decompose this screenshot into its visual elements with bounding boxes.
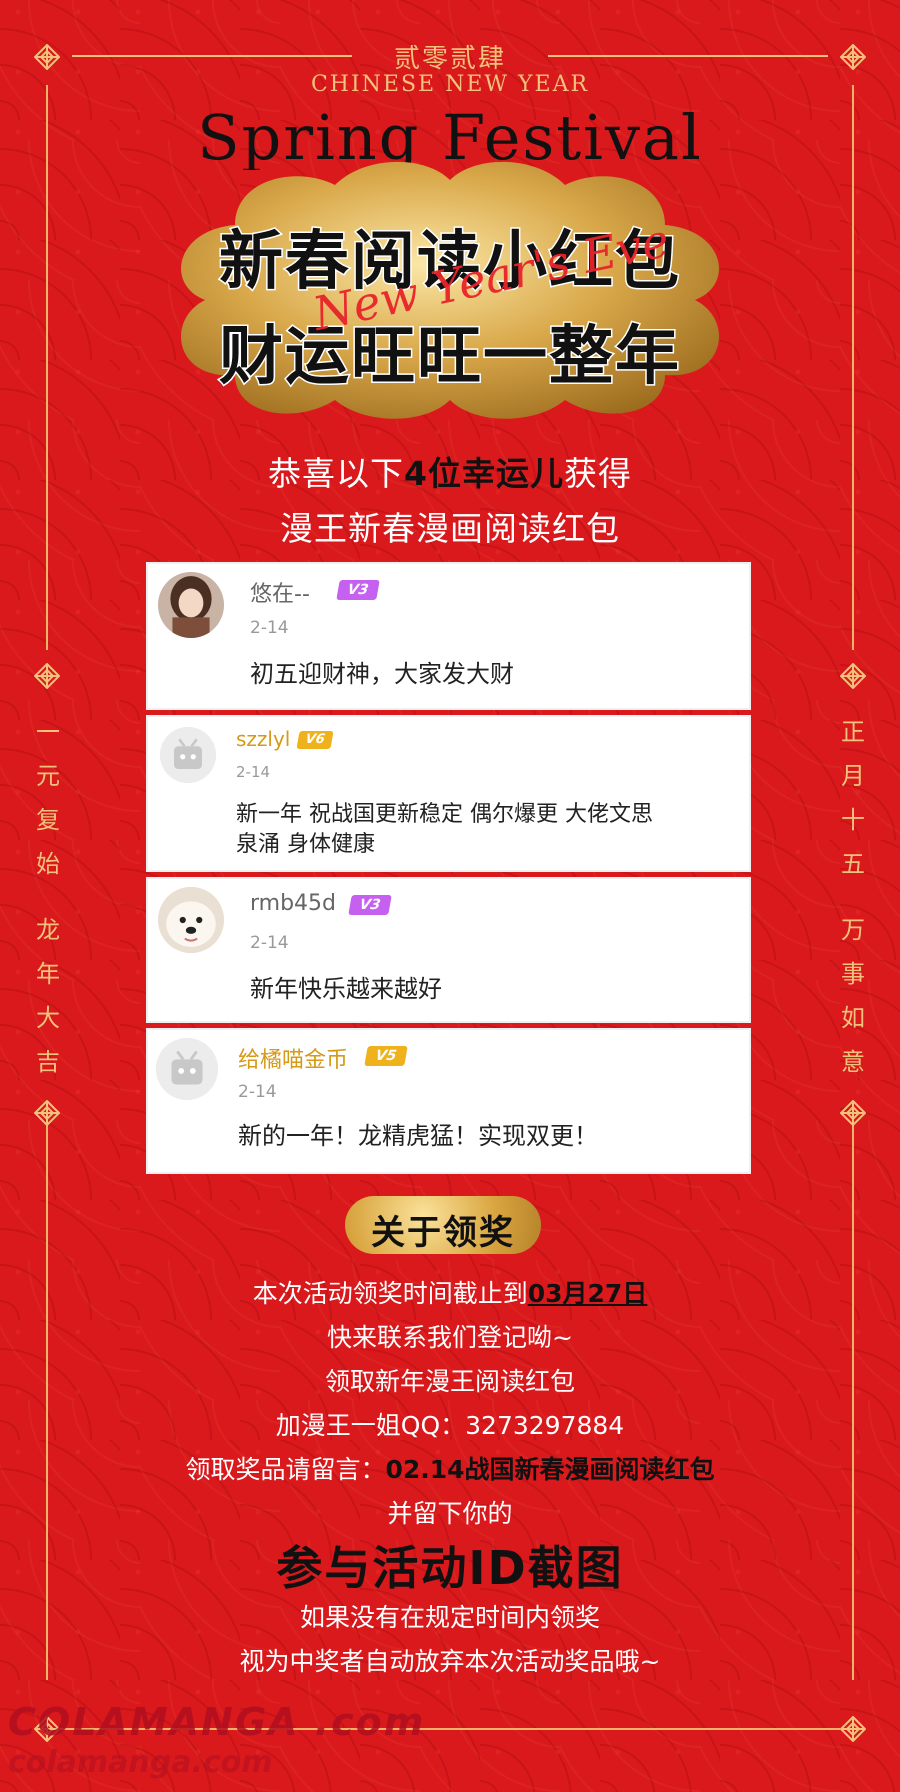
- winner-message: 新的一年！龙精虎猛！实现双更！: [238, 1122, 598, 1150]
- side-char: 一: [36, 718, 60, 746]
- side-char: 十: [841, 806, 865, 834]
- level-badge: V5: [364, 1046, 408, 1066]
- winner-message: 初五迎财神，大家发大财: [250, 660, 514, 688]
- level-badge: V3: [336, 580, 380, 600]
- deadline-date: 03月27日: [527, 1279, 648, 1308]
- avatar: [160, 727, 216, 783]
- left-side-text: 一 元 复 始 龙 年 大 吉: [33, 710, 63, 1084]
- winner-date: 2-14: [250, 618, 289, 638]
- side-char: 吉: [36, 1048, 60, 1076]
- avatar: [158, 887, 224, 953]
- contact-line: 快来联系我们登记呦~: [327, 1323, 573, 1352]
- winner-date: 2-14: [250, 933, 289, 953]
- note-prefix: 领取奖品请留言：: [185, 1455, 386, 1484]
- deadline-line: 本次活动领奖时间截止到03月27日: [0, 1274, 900, 1310]
- prize-heading: 关于领奖: [371, 1213, 515, 1253]
- avatar: [158, 572, 224, 638]
- congrats-count: 4位幸运儿: [404, 454, 564, 493]
- main-title-line2: 财运旺旺一整年: [218, 319, 681, 396]
- side-char: 万: [841, 916, 865, 944]
- header-subtitle: CHINESE NEW YEAR: [310, 72, 590, 97]
- knot-icon: [840, 1100, 866, 1126]
- header-year: 贰零贰肆: [393, 44, 506, 74]
- level-badge: V3: [348, 895, 392, 915]
- right-side-text: 正 月 十 五 万 事 如 意: [838, 710, 868, 1084]
- if-line: 如果没有在规定时间内领奖: [299, 1603, 600, 1632]
- side-char: 元: [36, 762, 60, 790]
- deadline-prefix: 本次活动领奖时间截止到: [252, 1279, 528, 1308]
- side-char: 大: [36, 1004, 60, 1032]
- avatar: [156, 1038, 218, 1100]
- side-char: 五: [841, 850, 865, 878]
- knot-icon: [840, 663, 866, 689]
- side-char: 始: [36, 850, 60, 878]
- side-char: 如: [841, 1004, 865, 1032]
- congrats-prefix: 恭喜以下: [268, 454, 405, 493]
- note-line: 领取奖品请留言：02.14战国新春漫画阅读红包: [0, 1450, 900, 1486]
- watermark-secondary: colamanga.com: [8, 1745, 273, 1780]
- winner-name: szzlyl: [236, 727, 291, 751]
- get-line: 领取新年漫王阅读红包: [324, 1367, 575, 1396]
- screenshot-heading: 参与活动ID截图: [276, 1541, 624, 1595]
- winner-name: rmb45d: [250, 891, 337, 916]
- winner-name: 给橘喵金币: [238, 1048, 349, 1073]
- side-char: 意: [841, 1048, 865, 1076]
- winner-card: rmb45d V3 2-14 新年快乐越来越好: [146, 877, 751, 1023]
- winner-message-line2: 泉涌 身体健康: [236, 832, 375, 857]
- side-char: 正: [841, 718, 865, 746]
- poster: 贰零贰肆 CHINESE NEW YEAR Spring Festival 新春…: [0, 0, 900, 1792]
- knot-icon: [34, 1100, 60, 1126]
- watermark-primary: COLAMANGA .com: [8, 1700, 426, 1744]
- side-char: 年: [36, 960, 60, 988]
- congrats-suffix: 获得: [563, 454, 632, 493]
- winner-name: 悠在--: [250, 582, 310, 607]
- side-char: 复: [36, 806, 60, 834]
- knot-icon: [34, 663, 60, 689]
- winner-card: szzlyl V6 2-14 新一年 祝战国更新稳定 偶尔爆更 大佬文思 泉涌 …: [146, 715, 751, 872]
- side-char: 月: [841, 762, 865, 790]
- winner-message: 新年快乐越来越好: [250, 975, 442, 1003]
- leave-line: 并留下你的: [387, 1499, 513, 1528]
- winner-date: 2-14: [238, 1082, 277, 1102]
- qq-line: 加漫王一姐QQ：3273297884: [275, 1411, 625, 1440]
- side-char: 龙: [36, 916, 60, 944]
- knot-icon: [840, 1716, 866, 1742]
- winner-date: 2-14: [236, 763, 271, 781]
- winner-card: 给橘喵金币 V5 2-14 新的一年！龙精虎猛！实现双更！: [146, 1028, 751, 1174]
- note-bold: 02.14战国新春漫画阅读红包: [385, 1455, 715, 1484]
- level-badge: V6: [296, 731, 334, 749]
- forfeit-line: 视为中奖者自动放弃本次活动奖品哦~: [239, 1647, 661, 1676]
- winner-message-line1: 新一年 祝战国更新稳定 偶尔爆更 大佬文思: [236, 802, 653, 827]
- congrats-line1: 恭喜以下4位幸运儿获得: [0, 447, 900, 495]
- side-char: 事: [841, 960, 865, 988]
- winner-card: 悠在-- V3 2-14 初五迎财神，大家发大财: [146, 562, 751, 710]
- congrats-line2: 漫王新春漫画阅读红包: [280, 509, 620, 548]
